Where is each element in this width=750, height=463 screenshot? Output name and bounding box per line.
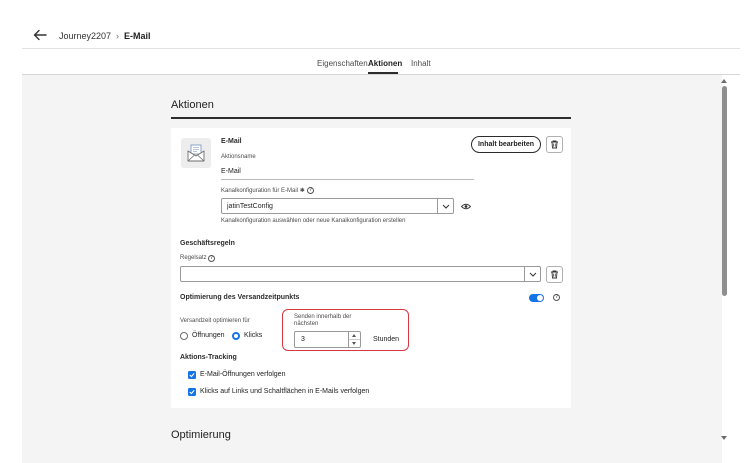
- eye-icon[interactable]: [461, 203, 471, 210]
- breadcrumb-separator: ›: [116, 31, 120, 41]
- email-envelope-icon: [187, 144, 205, 162]
- section-title-aktionen: Aktionen: [171, 99, 214, 111]
- business-rules-title: Geschäftsregeln: [180, 240, 235, 247]
- send-window-label-line1: Senden innerhalb der: [294, 314, 352, 320]
- info-icon[interactable]: ?: [208, 255, 215, 262]
- radio-openings-label: Öffnungen: [192, 332, 225, 339]
- checkmark-icon: [189, 389, 195, 395]
- section-rule: [171, 117, 571, 119]
- header-divider: [22, 48, 740, 49]
- track-opens-label: E-Mail-Öffnungen verfolgen: [200, 371, 286, 378]
- chevron-down-icon: [437, 199, 453, 213]
- edit-content-button[interactable]: Inhalt bearbeiten: [471, 136, 541, 153]
- header: Journey2207 › E-Mail: [0, 0, 750, 48]
- radio-openings[interactable]: [180, 332, 188, 340]
- ruleset-select[interactable]: [180, 266, 541, 282]
- chevron-down-icon: [524, 267, 540, 281]
- checkbox-track-opens[interactable]: [188, 371, 196, 379]
- scroll-down-arrow-icon[interactable]: [721, 436, 727, 440]
- stepper-down-icon[interactable]: [352, 342, 356, 345]
- stepper-up-icon[interactable]: [352, 334, 356, 337]
- track-clicks-label: Klicks auf Links und Schaltflächen in E-…: [200, 388, 370, 395]
- checkmark-icon: [189, 372, 195, 378]
- send-window-unit: Stunden: [373, 336, 400, 343]
- optimize-for-label: Versandzeit optimieren für: [180, 318, 250, 324]
- send-window-label-line2: nächsten: [294, 321, 319, 327]
- send-time-title: Optimierung des Versandzeitpunkts: [180, 294, 300, 301]
- trash-icon: [551, 270, 558, 279]
- tab-eigenschaften[interactable]: Eigenschaften: [317, 59, 368, 68]
- checkbox-track-clicks[interactable]: [188, 388, 196, 396]
- send-time-toggle[interactable]: [529, 294, 544, 302]
- action-type-title: E-Mail: [221, 138, 242, 145]
- send-window-stepper[interactable]: 3: [294, 331, 361, 348]
- info-icon[interactable]: ?: [307, 187, 314, 194]
- scroll-up-arrow-icon[interactable]: [721, 79, 727, 83]
- channel-config-label: Kanalkonfiguration für E-Mail ✱: [221, 188, 305, 194]
- ruleset-label: Regelsatz: [180, 255, 207, 261]
- trash-icon: [551, 140, 558, 149]
- radio-clicks-label: Klicks: [244, 332, 263, 339]
- scrollbar-thumb[interactable]: [722, 86, 727, 296]
- delete-action-button[interactable]: [546, 136, 563, 153]
- action-name-label: Aktionsname: [221, 154, 256, 160]
- tracking-title: Aktions-Tracking: [180, 354, 237, 361]
- breadcrumb-parent[interactable]: Journey2207: [59, 31, 111, 41]
- tab-aktionen[interactable]: Aktionen: [368, 59, 402, 68]
- send-window-value: 3: [301, 336, 305, 343]
- channel-config-select[interactable]: jatinTestConfig: [221, 198, 454, 214]
- info-icon[interactable]: ?: [553, 294, 560, 301]
- channel-config-value: jatinTestConfig: [227, 202, 273, 210]
- section-title-optimierung: Optimierung: [171, 429, 231, 441]
- action-name-input[interactable]: E-Mail: [221, 168, 241, 175]
- breadcrumb: Journey2207 › E-Mail: [59, 31, 151, 41]
- back-arrow-icon[interactable]: [32, 28, 48, 42]
- action-name-underline: [221, 179, 474, 180]
- radio-clicks[interactable]: [232, 332, 240, 340]
- channel-config-help: Kanalkonfiguration auswählen oder neue K…: [221, 218, 406, 224]
- email-action-icon-box: [181, 138, 211, 168]
- delete-ruleset-button[interactable]: [546, 266, 563, 283]
- breadcrumb-current: E-Mail: [124, 31, 151, 41]
- tab-inhalt[interactable]: Inhalt: [411, 59, 431, 68]
